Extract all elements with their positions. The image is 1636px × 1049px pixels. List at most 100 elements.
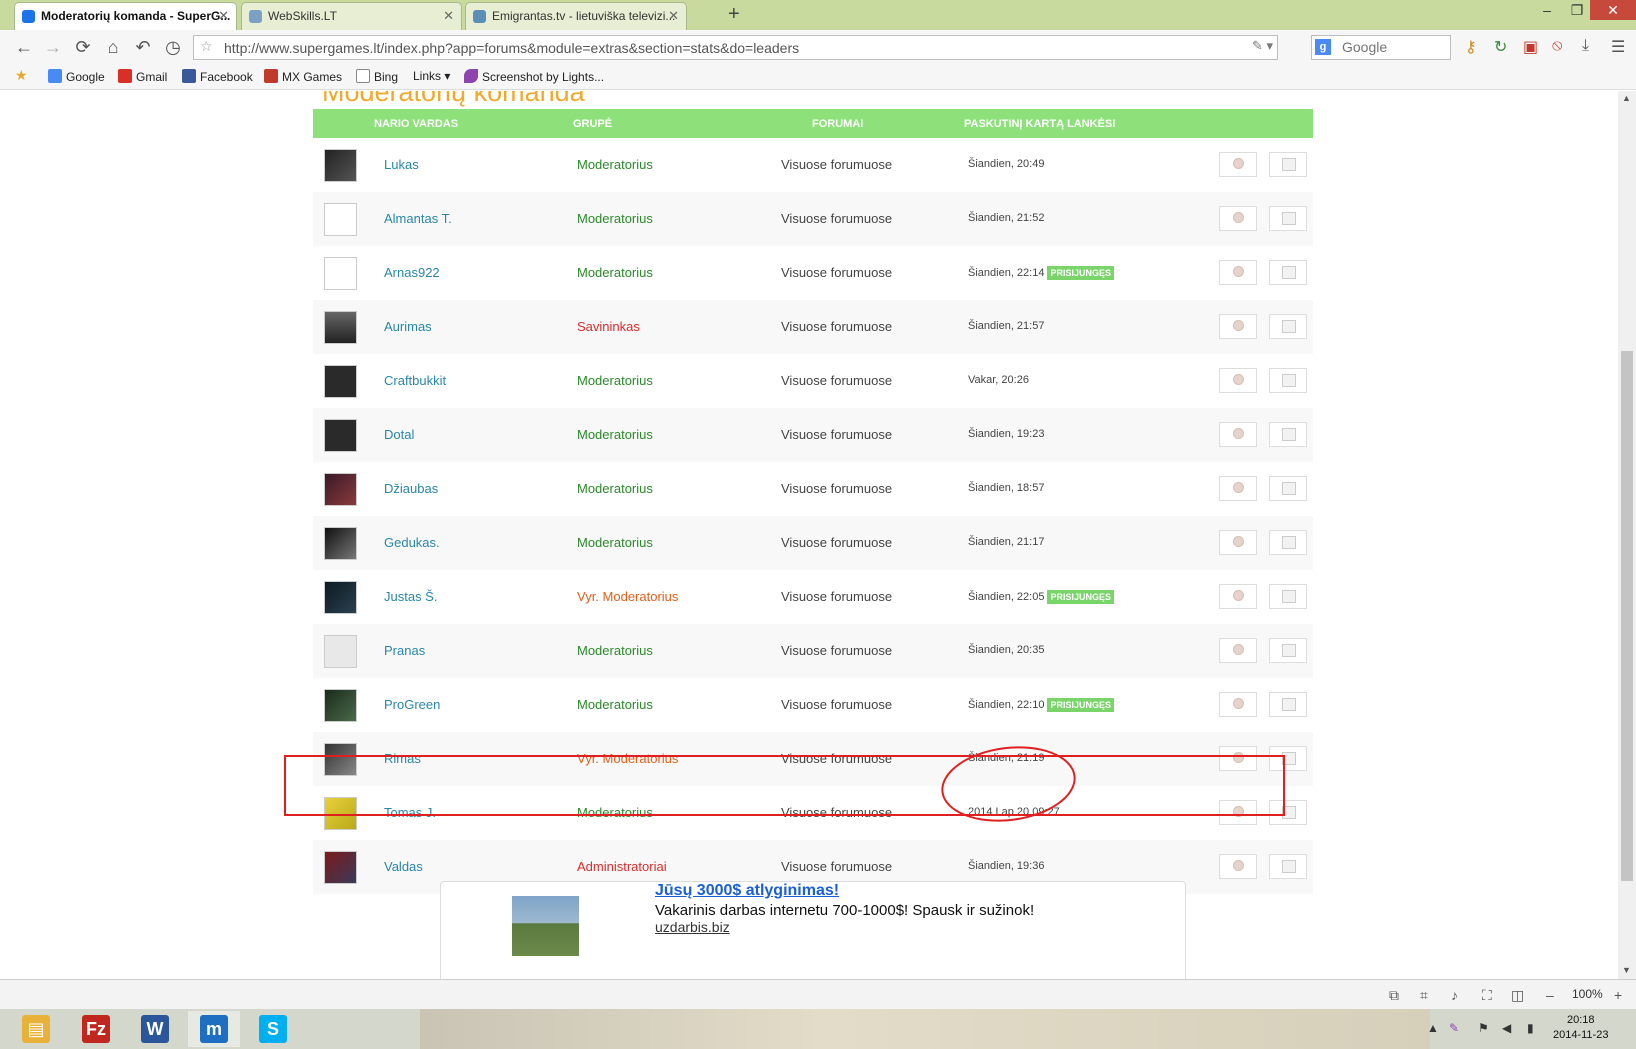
sync-icon[interactable]: ⧉ [1389, 987, 1399, 1004]
member-name-link[interactable]: Valdas [384, 859, 423, 874]
scroll-up-icon[interactable]: ▲ [1622, 93, 1631, 103]
refresh-green-icon[interactable]: ↻ [1494, 37, 1507, 57]
bookmark-gmail[interactable]: Gmail [118, 69, 167, 84]
ad-title-link[interactable]: Jūsų 3000$ atlyginimas! [655, 882, 839, 900]
flag-icon[interactable]: ⚑ [1478, 1021, 1489, 1035]
send-message-button[interactable] [1269, 854, 1307, 879]
avatar[interactable] [324, 581, 357, 614]
member-name-link[interactable]: Rimas [384, 751, 421, 766]
system-clock[interactable]: 20:18 2014-11-23 [1553, 1013, 1608, 1043]
undo-close-icon[interactable]: ↶ [131, 35, 155, 59]
member-name-link[interactable]: Tomas J. [384, 805, 436, 820]
reload-icon[interactable]: ⟳ [71, 35, 95, 59]
tray-chevron-icon[interactable]: ▲ [1427, 1021, 1439, 1035]
send-message-button[interactable] [1269, 368, 1307, 393]
view-profile-button[interactable] [1219, 368, 1257, 393]
member-name-link[interactable]: ProGreen [384, 697, 440, 712]
bookmark-google[interactable]: Google [48, 69, 105, 84]
sound-icon[interactable]: ♪ [1451, 987, 1458, 1003]
view-profile-button[interactable] [1219, 314, 1257, 339]
send-message-button[interactable] [1269, 206, 1307, 231]
avatar[interactable] [324, 851, 357, 884]
avatar[interactable] [324, 689, 357, 722]
scroll-down-icon[interactable]: ▼ [1622, 965, 1631, 975]
avatar[interactable] [324, 149, 357, 182]
view-profile-button[interactable] [1219, 530, 1257, 555]
avatar[interactable] [324, 419, 357, 452]
zoom-out-icon[interactable]: – [1546, 987, 1554, 1003]
taskbar-app-word[interactable]: W [129, 1011, 181, 1047]
search-box[interactable]: g [1311, 35, 1451, 60]
view-profile-button[interactable] [1219, 476, 1257, 501]
menu-icon[interactable]: ☰ [1611, 37, 1625, 57]
fullscreen-icon[interactable]: ⛶ [1482, 987, 1492, 1004]
avatar[interactable] [324, 743, 357, 776]
screenshot-icon[interactable]: ⌗ [1420, 987, 1428, 1004]
split-view-icon[interactable]: ◫ [1511, 987, 1524, 1004]
scrollbar-thumb[interactable] [1621, 351, 1633, 881]
tab-webskills[interactable]: WebSkills.LT ✕ [241, 2, 462, 30]
bookmarks-star-icon[interactable]: ★ [15, 67, 28, 84]
mx-icon[interactable]: ▣ [1523, 37, 1538, 57]
tab-emigrantas[interactable]: Emigrantas.tv - lietuviška televizi... ✕ [465, 2, 687, 30]
bookmark-bing[interactable]: Bing [356, 69, 398, 84]
member-name-link[interactable]: Džiaubas [384, 481, 438, 496]
send-message-button[interactable] [1269, 530, 1307, 555]
download-icon[interactable]: ⤓ [1582, 37, 1589, 55]
send-message-button[interactable] [1269, 800, 1307, 825]
network-icon[interactable]: ▮ [1527, 1021, 1534, 1035]
tab-close-icon[interactable]: ✕ [443, 3, 454, 29]
view-profile-button[interactable] [1219, 800, 1257, 825]
tab-close-icon[interactable]: ✕ [218, 3, 229, 29]
send-message-button[interactable] [1269, 638, 1307, 663]
taskbar-app-filezilla[interactable]: Fz [70, 1011, 122, 1047]
send-message-button[interactable] [1269, 746, 1307, 771]
send-message-button[interactable] [1269, 692, 1307, 717]
bookmark-facebook[interactable]: Facebook [182, 69, 253, 84]
forward-arrow-icon[interactable]: → [41, 35, 65, 59]
send-message-button[interactable] [1269, 260, 1307, 285]
minimize-button[interactable]: – [1532, 0, 1562, 20]
avatar[interactable] [324, 257, 357, 290]
view-profile-button[interactable] [1219, 692, 1257, 717]
bookmark-screenshot[interactable]: Screenshot by Lights... [464, 69, 604, 84]
view-profile-button[interactable] [1219, 422, 1257, 447]
view-profile-button[interactable] [1219, 152, 1257, 177]
view-profile-button[interactable] [1219, 638, 1257, 663]
view-profile-button[interactable] [1219, 206, 1257, 231]
send-message-button[interactable] [1269, 422, 1307, 447]
view-profile-button[interactable] [1219, 854, 1257, 879]
key-icon[interactable]: ⚷ [1465, 37, 1477, 57]
member-name-link[interactable]: Dotal [384, 427, 414, 442]
bookmark-mx-games[interactable]: MX Games [264, 69, 342, 84]
tray-feather-icon[interactable]: ✎ [1449, 1021, 1459, 1035]
send-message-button[interactable] [1269, 314, 1307, 339]
new-tab-button[interactable]: + [728, 3, 740, 26]
home-icon[interactable]: ⌂ [101, 35, 125, 59]
avatar[interactable] [324, 473, 357, 506]
avatar[interactable] [324, 365, 357, 398]
send-message-button[interactable] [1269, 584, 1307, 609]
taskbar-app-maxthon[interactable]: m [188, 1011, 240, 1047]
bookmark-links-folder[interactable]: Links ▾ [413, 69, 450, 83]
advertisement[interactable]: Jūsų 3000$ atlyginimas! Vakarinis darbas… [440, 881, 1186, 979]
taskbar-app-skype[interactable]: S [247, 1011, 299, 1047]
member-name-link[interactable]: Craftbukkit [384, 373, 446, 388]
ad-image[interactable] [512, 896, 579, 956]
google-search-icon[interactable]: g [1315, 39, 1331, 55]
send-message-button[interactable] [1269, 152, 1307, 177]
close-window-button[interactable]: ✕ [1590, 0, 1636, 20]
restore-button[interactable]: ❐ [1562, 0, 1592, 20]
avatar[interactable] [324, 311, 357, 344]
member-name-link[interactable]: Arnas922 [384, 265, 440, 280]
zoom-in-icon[interactable]: + [1614, 987, 1622, 1003]
member-name-link[interactable]: Almantas T. [384, 211, 452, 226]
member-name-link[interactable]: Lukas [384, 157, 419, 172]
history-icon[interactable]: ◷ [161, 35, 185, 59]
send-message-button[interactable] [1269, 476, 1307, 501]
avatar[interactable] [324, 635, 357, 668]
view-profile-button[interactable] [1219, 746, 1257, 771]
view-profile-button[interactable] [1219, 260, 1257, 285]
member-name-link[interactable]: Pranas [384, 643, 425, 658]
tab-close-icon[interactable]: ✕ [668, 3, 679, 29]
